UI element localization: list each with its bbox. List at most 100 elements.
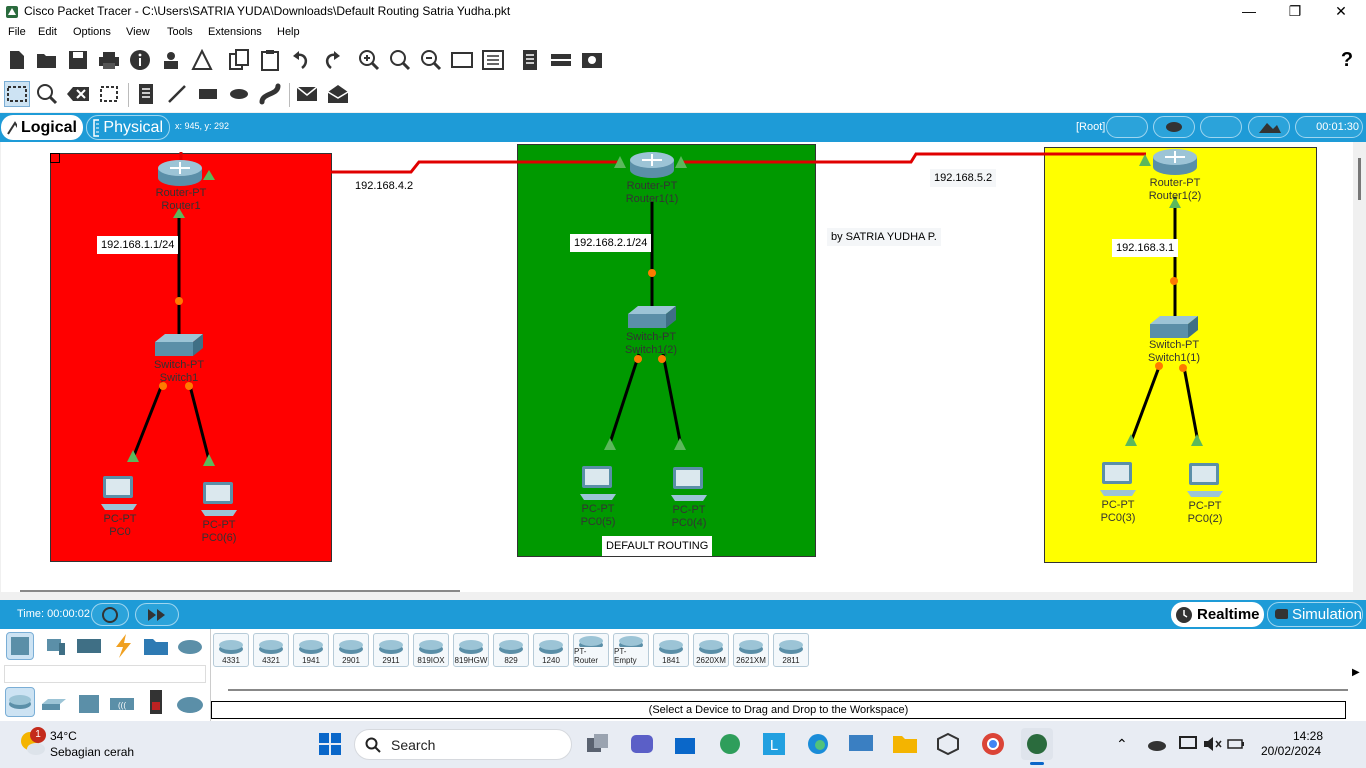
control-panel-icon[interactable] xyxy=(845,728,877,760)
windows-start-icon[interactable] xyxy=(314,728,346,760)
onedrive-cloud-icon[interactable] xyxy=(1146,737,1166,751)
miscellaneous-category-icon[interactable] xyxy=(142,632,170,660)
line-tool-icon[interactable] xyxy=(164,81,190,107)
device-model-2620xm[interactable]: 2620XM xyxy=(693,633,729,667)
chrome-browser-icon[interactable] xyxy=(977,728,1009,760)
minimize-button[interactable]: — xyxy=(1226,0,1272,24)
logical-workspace[interactable]: Router-PT Router1 192.168.1.1/24 Switch-P… xyxy=(1,142,1353,592)
print-icon[interactable] xyxy=(96,47,122,73)
pc-icon[interactable] xyxy=(99,474,139,514)
volume-muted-icon[interactable] xyxy=(1202,735,1222,753)
link-label-left-middle[interactable]: 192.168.4.2 xyxy=(351,177,418,195)
pc-icon[interactable] xyxy=(1185,461,1225,501)
custom-device-icon[interactable] xyxy=(480,47,506,73)
router-icon[interactable] xyxy=(156,156,204,188)
device-model-819hgw[interactable]: 819HGW xyxy=(453,633,489,667)
back-arrow-icon[interactable] xyxy=(1106,116,1148,138)
wan-emulation-subcategory-icon[interactable] xyxy=(176,690,204,718)
resize-tool-icon[interactable] xyxy=(96,81,122,107)
security-subcategory-icon[interactable] xyxy=(142,688,170,716)
taskbar-date[interactable]: 20/02/2024 xyxy=(1261,744,1321,758)
pc-icon[interactable] xyxy=(199,480,239,520)
device-list-scrollbar[interactable] xyxy=(228,689,1348,691)
device-model-2901[interactable]: 2901 xyxy=(333,633,369,667)
scroll-thumb[interactable] xyxy=(1358,158,1361,200)
pc-icon[interactable] xyxy=(1098,460,1138,500)
taskbar-search[interactable]: Search xyxy=(354,729,572,760)
display-icon[interactable] xyxy=(1178,735,1198,753)
switch-icon[interactable] xyxy=(153,332,205,358)
link-label-middle-right[interactable]: 192.168.5.2 xyxy=(930,169,997,187)
zoom-out-icon[interactable] xyxy=(418,47,444,73)
end-devices-category-icon[interactable] xyxy=(42,632,70,660)
inspect-tool-icon[interactable] xyxy=(34,81,60,107)
router-icon[interactable] xyxy=(1151,145,1199,177)
activity-wizard-icon[interactable] xyxy=(189,47,215,73)
logical-view-tab[interactable]: Logical xyxy=(1,115,83,140)
packet-tracer-taskbar-icon[interactable] xyxy=(1021,728,1053,760)
show-hidden-icons-chevron-icon[interactable]: ⌃ xyxy=(1116,736,1128,753)
background-image-icon[interactable] xyxy=(1248,116,1290,138)
3d-viewer-icon[interactable] xyxy=(932,728,964,760)
default-routing-note[interactable]: DEFAULT ROUTING xyxy=(602,536,713,556)
ellipse-tool-icon[interactable] xyxy=(226,81,252,107)
save-icon[interactable] xyxy=(65,47,91,73)
device-model-1841[interactable]: 1841 xyxy=(653,633,689,667)
delete-tool-icon[interactable] xyxy=(65,81,91,107)
note-tool-icon[interactable] xyxy=(133,81,159,107)
root-label[interactable]: [Root] xyxy=(1076,121,1105,133)
left-ip-label[interactable]: 192.168.1.1/24 xyxy=(97,236,179,254)
file-explorer-icon[interactable] xyxy=(889,728,921,760)
zoom-reset-icon[interactable] xyxy=(387,47,413,73)
simulation-mode-button[interactable]: Simulation xyxy=(1267,602,1363,627)
pc-icon[interactable] xyxy=(669,465,709,505)
switch-icon[interactable] xyxy=(1148,314,1200,340)
device-model-829[interactable]: 829 xyxy=(493,633,529,667)
author-note[interactable]: by SATRIA YUDHA P. xyxy=(827,228,941,246)
device-model-1941[interactable]: 1941 xyxy=(293,633,329,667)
device-template-icon[interactable] xyxy=(548,47,574,73)
menu-extensions[interactable]: Extensions xyxy=(208,26,262,38)
menu-help[interactable]: Help xyxy=(277,26,300,38)
router-icon[interactable] xyxy=(628,148,676,180)
linkedin-app-icon[interactable]: L xyxy=(758,728,790,760)
store-icon[interactable] xyxy=(669,728,701,760)
undo-icon[interactable] xyxy=(288,47,314,73)
rectangle-tool-icon[interactable] xyxy=(195,81,221,107)
taskbar-clock[interactable]: 14:28 xyxy=(1293,729,1323,743)
workspace-horizontal-scrollbar[interactable] xyxy=(20,590,460,592)
open-folder-icon[interactable] xyxy=(34,47,60,73)
multiuser-category-icon[interactable] xyxy=(176,632,204,660)
switches-subcategory-icon[interactable] xyxy=(40,690,68,718)
device-list-arrow-icon[interactable]: ▶ xyxy=(1352,667,1360,678)
realtime-mode-button[interactable]: Realtime xyxy=(1171,602,1264,627)
xbox-app-icon[interactable] xyxy=(714,728,746,760)
weather-temperature[interactable]: 34°C xyxy=(50,729,77,743)
wireless-subcategory-icon[interactable]: ((( xyxy=(108,690,136,718)
help-icon[interactable]: ? xyxy=(1334,47,1360,73)
fast-forward-button[interactable] xyxy=(135,603,179,626)
device-model-819iox[interactable]: 819IOX xyxy=(413,633,449,667)
zoom-in-icon[interactable] xyxy=(356,47,382,73)
workspace-vertical-scrollbar[interactable] xyxy=(1354,142,1366,594)
notes-icon[interactable] xyxy=(517,47,543,73)
connections-category-icon[interactable] xyxy=(109,632,137,660)
device-model-pt-router[interactable]: PT-Router xyxy=(573,633,609,667)
switch-icon[interactable] xyxy=(626,304,678,330)
components-category-icon[interactable] xyxy=(75,632,103,660)
power-cycle-button[interactable] xyxy=(91,603,129,626)
paste-icon[interactable] xyxy=(257,47,283,73)
simple-pdu-icon[interactable] xyxy=(294,81,320,107)
pc-icon[interactable] xyxy=(578,464,618,504)
new-file-icon[interactable] xyxy=(4,47,30,73)
device-model-4331[interactable]: 4331 xyxy=(213,633,249,667)
menu-tools[interactable]: Tools xyxy=(167,26,193,38)
freeform-tool-icon[interactable] xyxy=(257,81,283,107)
device-model-2811[interactable]: 2811 xyxy=(773,633,809,667)
device-model-1240[interactable]: 1240 xyxy=(533,633,569,667)
hubs-subcategory-icon[interactable] xyxy=(75,690,103,718)
right-ip-label[interactable]: 192.168.3.1 xyxy=(1112,239,1179,257)
select-tool-icon[interactable] xyxy=(4,81,30,107)
menu-view[interactable]: View xyxy=(126,26,150,38)
move-object-icon[interactable] xyxy=(1200,116,1242,138)
